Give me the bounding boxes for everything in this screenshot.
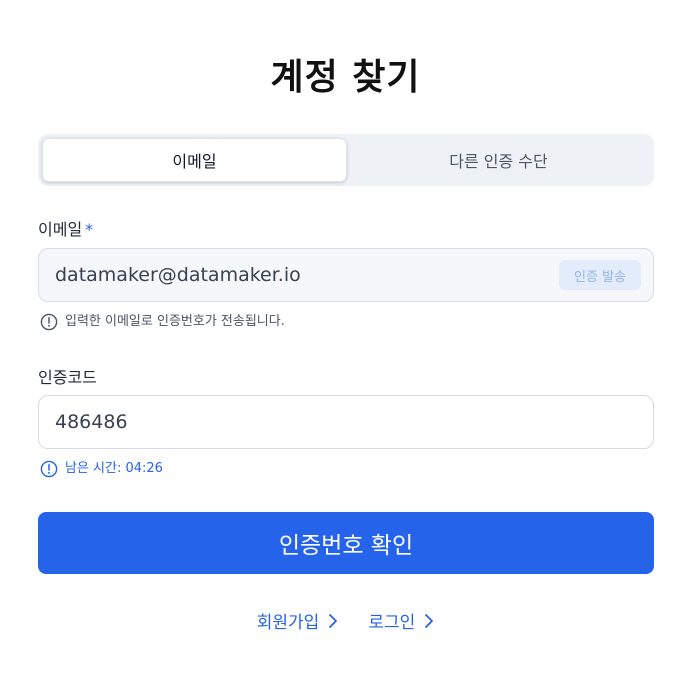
code-field [38,395,654,449]
code-label: 인증코드 [38,368,97,387]
chevron-right-icon [329,613,338,628]
chevron-right-icon [425,613,434,628]
info-icon [40,460,58,478]
signup-link-label: 회원가입 [256,613,320,633]
login-link-label: 로그인 [368,613,416,633]
send-code-button[interactable]: 인증 발송 [559,260,641,290]
page-title: 계정 찾기 [270,57,421,98]
tab-email[interactable]: 이메일 [42,138,347,182]
required-mark: * [85,220,94,239]
find-account-page: 계정 찾기 이메일 다른 인증 수단 이메일* 인증 발송 입력한 이메일로 인… [0,0,691,684]
timer-hint: 남은 시간: 04:26 [40,460,163,478]
tab-other-auth[interactable]: 다른 인증 수단 [347,138,650,182]
email-label-text: 이메일 [38,220,83,239]
email-label: 이메일 * [38,219,93,241]
email-field: 인증 발송 [38,248,654,302]
email-hint-text: 입력한 이메일로 인증번호가 전송됩니다. [65,314,285,329]
email-input[interactable] [55,264,560,286]
footer-links: 회원가입 로그인 [0,608,691,633]
auth-method-tabs: 이메일 다른 인증 수단 [38,134,654,186]
confirm-code-button[interactable]: 인증번호 확인 [38,512,654,574]
code-input[interactable] [55,411,641,433]
login-link[interactable]: 로그인 [368,608,434,633]
info-icon [40,313,58,331]
timer-text: 남은 시간: 04:26 [65,461,163,476]
signup-link[interactable]: 회원가입 [257,608,339,633]
email-hint: 입력한 이메일로 인증번호가 전송됩니다. [40,313,285,331]
